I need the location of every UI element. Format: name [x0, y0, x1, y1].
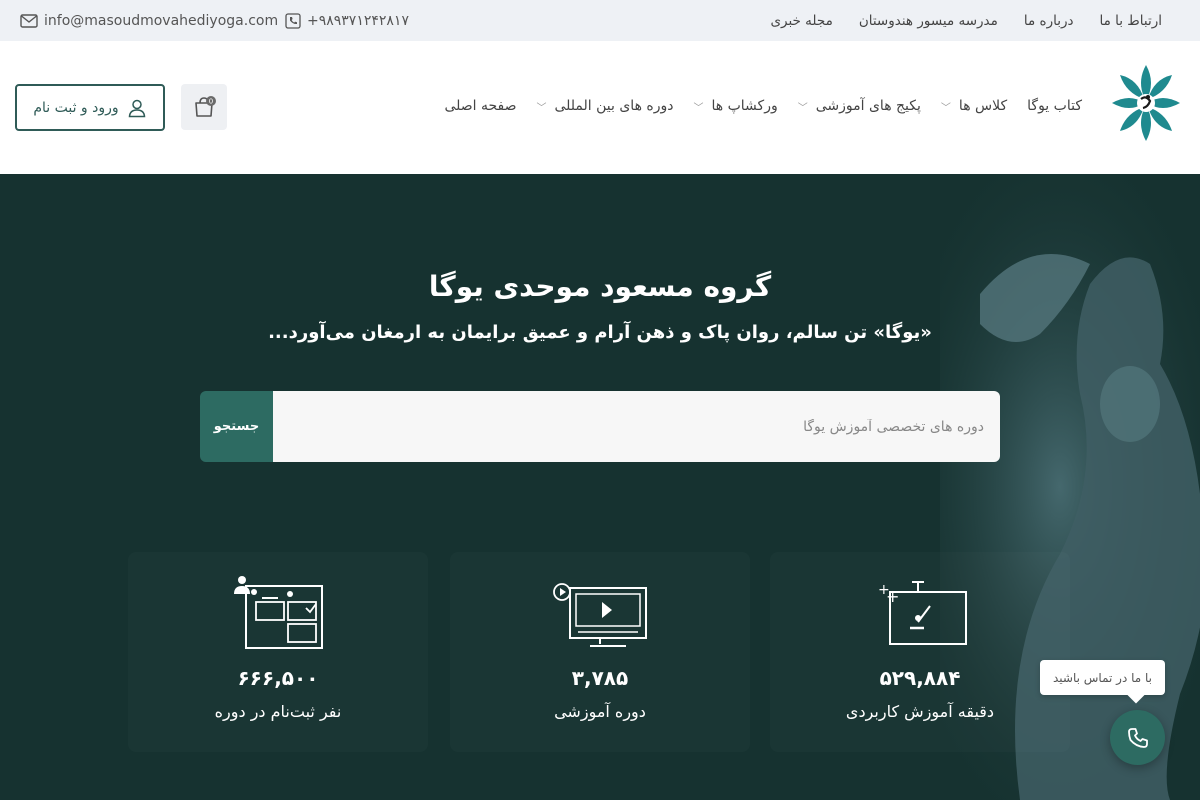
phone-text: +۹۸۹۳۷۱۲۴۲۸۱۷: [307, 12, 409, 29]
hero-title: گروه مسعود موحدی یوگا: [428, 270, 772, 303]
site-header: صفحه اصلی دوره های بین المللی ﹀ ورکشاپ ه…: [0, 41, 1200, 174]
search-input[interactable]: [273, 391, 1000, 462]
main-nav: صفحه اصلی دوره های بین المللی ﹀ ورکشاپ ه…: [444, 41, 1082, 171]
nav-label: صفحه اصلی: [444, 98, 517, 114]
nav-home[interactable]: صفحه اصلی: [444, 98, 516, 114]
hero-section: گروه مسعود موحدی یوگا «یوگا» تن سالم، رو…: [0, 174, 1200, 800]
nav-classes[interactable]: کلاس ها ﹀: [941, 98, 1007, 114]
top-link-about[interactable]: درباره ما: [1024, 13, 1074, 29]
chevron-down-icon: ﹀: [536, 102, 547, 114]
top-link-news[interactable]: مجله خبری: [770, 13, 832, 29]
lotus-logo-icon[interactable]: [1108, 61, 1184, 145]
top-links: مجله خبری مدرسه میسور هندوستان درباره ما…: [770, 0, 1162, 41]
mail-icon: [20, 13, 38, 28]
nav-international-courses[interactable]: دوره های بین المللی ﹀: [536, 98, 673, 114]
phone-square-icon: [285, 12, 301, 29]
users-board-icon: [234, 576, 323, 649]
nav-yoga-book[interactable]: کتاب یوگا: [1027, 98, 1082, 114]
top-link-mysore[interactable]: مدرسه میسور هندوستان: [859, 13, 998, 29]
stat-label: نفر ثبت‌نام در دوره: [214, 702, 342, 721]
nav-label: کلاس ها: [958, 98, 1008, 114]
nav-packages[interactable]: پکیج های آموزشی ﹀: [798, 98, 921, 114]
nav-label: کتاب یوگا: [1027, 98, 1082, 114]
chevron-down-icon: ﹀: [940, 102, 951, 114]
phone-icon: [1127, 727, 1148, 748]
user-icon: [128, 99, 145, 117]
email-text: info@masoudmovahediyoga.com: [44, 12, 279, 29]
login-label: ورود و ثبت نام: [33, 99, 119, 116]
nav-label: دوره های بین المللی: [554, 98, 674, 114]
top-link-contact[interactable]: ارتباط با ما: [1100, 13, 1163, 29]
stat-enrollments: ۶۶۶,۵۰۰ نفر ثبت‌نام در دوره: [128, 552, 428, 752]
nav-label: پکیج های آموزشی: [815, 98, 921, 114]
hero-subtitle: «یوگا» تن سالم، روان پاک و ذهن آرام و عم…: [268, 322, 932, 343]
chevron-down-icon: ﹀: [797, 102, 808, 114]
stat-number: ۵۲۹,۸۸۴: [879, 666, 961, 690]
phone-contact[interactable]: +۹۸۹۳۷۱۲۴۲۸۱۷: [285, 0, 409, 41]
stat-number: ۶۶۶,۵۰۰: [237, 666, 319, 690]
stopwatch-icon: + +: [878, 581, 967, 645]
search-button[interactable]: جستجو: [200, 391, 273, 462]
cart-count: 0: [209, 98, 213, 106]
call-button[interactable]: [1110, 710, 1165, 765]
stat-training-minutes: + + ۵۲۹,۸۸۴ دقیقه آموزش کاربردی: [770, 552, 1070, 752]
stat-number: ۳,۷۸۵: [571, 666, 629, 690]
stat-label: دوره آموزشی: [554, 702, 646, 721]
shopping-bag-icon: 0: [195, 96, 216, 117]
contact-tooltip: با ما در تماس باشید: [1040, 660, 1165, 695]
chevron-down-icon: ﹀: [693, 102, 704, 114]
search-bar: جستجو: [200, 391, 1000, 462]
stat-courses: ۳,۷۸۵ دوره آموزشی: [450, 552, 750, 752]
login-register-button[interactable]: ورود و ثبت نام: [15, 84, 165, 131]
email-contact[interactable]: info@masoudmovahediyoga.com: [20, 0, 278, 41]
cart-button[interactable]: 0: [181, 84, 227, 130]
stat-label: دقیقه آموزش کاربردی: [845, 702, 995, 721]
top-bar: info@masoudmovahediyoga.com +۹۸۹۳۷۱۲۴۲۸۱…: [0, 0, 1200, 41]
svg-text:+: +: [886, 587, 899, 606]
nav-workshops[interactable]: ورکشاپ ها ﹀: [694, 98, 778, 114]
video-monitor-icon: [553, 583, 647, 647]
nav-label: ورکشاپ ها: [711, 98, 778, 114]
